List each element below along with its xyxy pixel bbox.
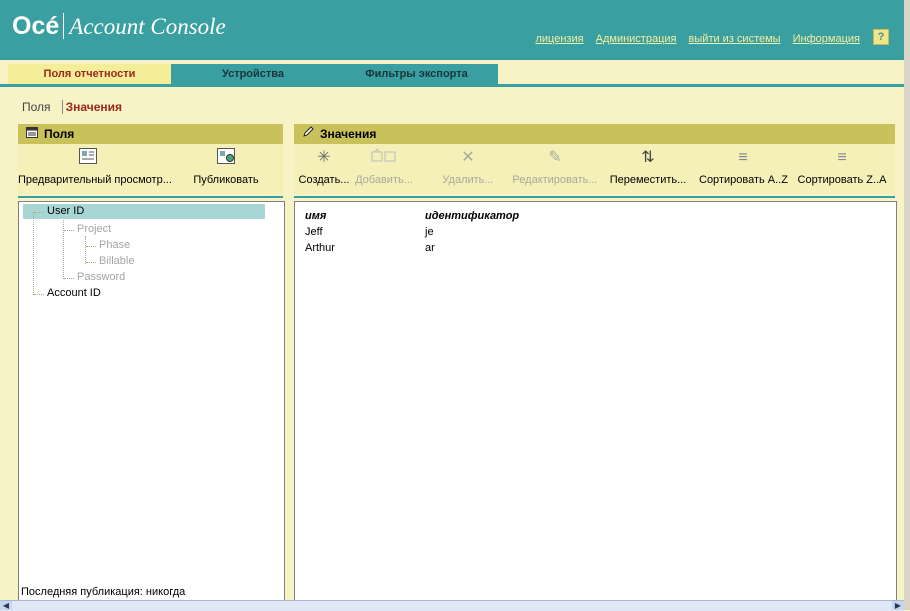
scroll-left-icon[interactable]: ◀ [0,601,12,610]
logout-link[interactable]: выйти из системы [689,33,781,45]
move-button[interactable]: ⇅ Переместить... [608,148,688,186]
column-header-id[interactable]: идентификатор [425,210,519,222]
sort-asc-label: Сортировать A..Z [699,174,788,186]
preview-button[interactable]: Предварительный просмотр... [18,148,172,186]
app-header: Océ Account Console лицензия Администраци… [0,0,904,60]
product-name: Account Console [69,14,226,39]
preview-label: Предварительный просмотр... [18,174,172,186]
fields-tree[interactable]: User ID Project Phase Billable Password … [18,201,285,601]
tab-export-filters[interactable]: Фильтры экспорта [335,64,498,84]
tree-connector [64,278,74,279]
cell-id: je [425,226,434,238]
values-table: имя идентификатор Jeff je Arthur ar [294,201,897,601]
scroll-right-icon[interactable]: ▶ [892,601,904,610]
tree-node-password[interactable]: Password [77,271,125,283]
values-toolbar-divider [294,196,895,198]
values-panel-title: Значения [320,127,377,141]
sort-asc-icon: ≡ [738,149,748,166]
fields-panel-header: Поля [18,124,283,144]
tab-devices[interactable]: Устройства [171,64,335,84]
pencil-icon [302,124,314,144]
values-panel-header: Значения [294,124,895,144]
logo-divider [63,13,65,39]
edit-label: Редактировать... [512,174,598,186]
tree-connector [34,212,44,213]
tree-connector [86,262,96,263]
cell-name: Jeff [305,226,323,238]
column-header-name[interactable]: имя [305,210,326,222]
delete-icon: ✕ [461,149,475,166]
subtab-values[interactable]: Значения [61,100,123,114]
app-logo: Océ Account Console [12,12,226,41]
fields-panel-title: Поля [44,127,75,141]
info-link[interactable]: Информация [793,33,860,45]
cell-id: ar [425,242,435,254]
last-published-status: Последняя публикация: никогда [21,586,186,598]
add-button[interactable]: Добавить... [353,148,415,186]
edit-icon: ✎ [548,149,562,166]
fields-panel-icon [26,124,38,144]
delete-button[interactable]: ✕ Удалить... [442,148,494,186]
vertical-scrollbar[interactable] [904,0,910,610]
sort-desc-icon: ≡ [837,149,847,166]
move-icon: ⇅ [641,149,655,166]
publish-label: Публиковать [193,174,259,186]
license-link[interactable]: лицензия [535,33,583,45]
sort-asc-button[interactable]: ≡ Сортировать A..Z [699,148,788,186]
add-icon [353,148,415,168]
sort-desc-label: Сортировать Z..A [797,174,887,186]
subtab-fields[interactable]: Поля [22,100,51,114]
tree-connector [34,294,44,295]
fields-toolbar: Предварительный просмотр... Публиковать [18,144,283,194]
main-tabs: Поля отчетности Устройства Фильтры экспо… [0,60,904,87]
sub-tabs: Поля Значения [22,100,130,114]
create-button[interactable]: ✳ Создать... [298,148,350,186]
edit-button[interactable]: ✎ Редактировать... [509,148,601,186]
publish-icon [186,148,266,168]
delete-label: Удалить... [442,174,494,186]
brand-name: Océ [12,12,60,40]
tree-node-phase[interactable]: Phase [99,239,130,251]
tree-connector [63,220,64,279]
tree-node-billable[interactable]: Billable [99,255,134,267]
tree-node-user-id[interactable]: User ID [47,205,84,217]
create-icon: ✳ [317,149,331,166]
help-icon[interactable]: ? [873,29,889,45]
move-label: Переместить... [609,174,687,186]
sort-desc-button[interactable]: ≡ Сортировать Z..A [794,148,890,186]
horizontal-scrollbar[interactable]: ◀ ▶ [0,600,904,611]
header-links: лицензия Администрация выйти из системы … [526,33,860,45]
tree-connector [64,230,74,231]
values-toolbar: ✳ Создать... Добавить... ✕ Удалить... ✎ … [294,144,895,194]
create-label: Создать... [298,174,350,186]
preview-icon [18,148,158,168]
tree-connector [85,236,86,264]
tree-connector [86,246,96,247]
tab-report-fields[interactable]: Поля отчетности [8,64,171,84]
tree-connector [33,212,34,295]
tree-node-project[interactable]: Project [77,223,111,235]
publish-button[interactable]: Публиковать [186,148,266,186]
add-label: Добавить... [355,174,413,186]
administration-link[interactable]: Администрация [596,33,677,45]
tree-node-account-id[interactable]: Account ID [47,287,101,299]
fields-toolbar-divider [18,196,283,198]
cell-name: Arthur [305,242,335,254]
